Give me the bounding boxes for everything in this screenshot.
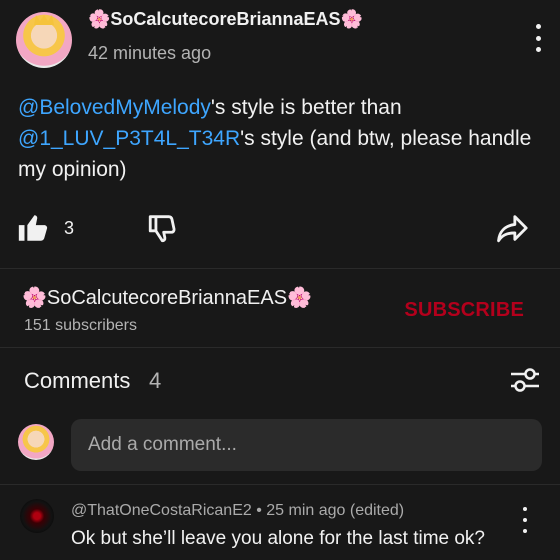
post-header: 🌸SoCalcutecoreBriannaEAS🌸 42 minutes ago <box>0 0 560 82</box>
subscriber-count: 151 subscribers <box>24 317 137 334</box>
add-comment-placeholder: Add a comment... <box>88 434 237 455</box>
comments-header: Comments 4 <box>0 350 560 410</box>
divider <box>0 268 560 269</box>
comment-item: @ThatOneCostaRicanE2 • 25 min ago (edite… <box>0 485 560 560</box>
mention-link[interactable]: @1_LUV_P3T4L_T34R <box>18 127 240 150</box>
current-user-avatar <box>18 424 54 460</box>
like-button[interactable] <box>16 211 50 245</box>
post-menu-kebab-icon[interactable] <box>530 24 546 52</box>
commenter-avatar[interactable] <box>20 499 54 533</box>
post-text-part: 's style is better than <box>210 96 402 119</box>
comment-menu-kebab-icon[interactable] <box>518 507 532 533</box>
like-count: 3 <box>64 218 75 238</box>
comments-title: Comments <box>24 368 131 393</box>
post-text: @BelovedMyMelody's style is better than … <box>18 92 538 185</box>
mention-link[interactable]: @BelovedMyMelody <box>18 96 211 119</box>
dislike-button[interactable] <box>146 211 180 245</box>
filter-icon <box>511 368 539 392</box>
crown-icon <box>34 15 54 25</box>
post-actions: 3 <box>0 205 560 255</box>
comment-meta: @ThatOneCostaRicanE2 • 25 min ago (edite… <box>71 502 405 519</box>
channel-row: 🌸SoCalcutecoreBriannaEAS🌸 151 subscriber… <box>0 270 560 348</box>
sort-filter-button[interactable] <box>508 364 542 396</box>
channel-name[interactable]: 🌸SoCalcutecoreBriannaEAS🌸 <box>22 285 312 310</box>
subscribe-button[interactable]: SUBSCRIBE <box>404 299 524 322</box>
add-comment-input[interactable]: Add a comment... <box>71 419 542 471</box>
comments-count: 4 <box>149 368 162 393</box>
divider <box>0 347 560 348</box>
share-icon <box>497 215 528 243</box>
thumbs-up-icon <box>18 215 48 241</box>
post-timestamp: 42 minutes ago <box>88 43 212 63</box>
thumbs-down-icon <box>148 215 176 243</box>
author-name[interactable]: 🌸SoCalcutecoreBriannaEAS🌸 <box>88 9 363 30</box>
author-avatar[interactable] <box>16 12 72 68</box>
comment-text: Ok but she’ll leave you alone for the la… <box>71 528 486 549</box>
share-button[interactable] <box>494 211 530 245</box>
